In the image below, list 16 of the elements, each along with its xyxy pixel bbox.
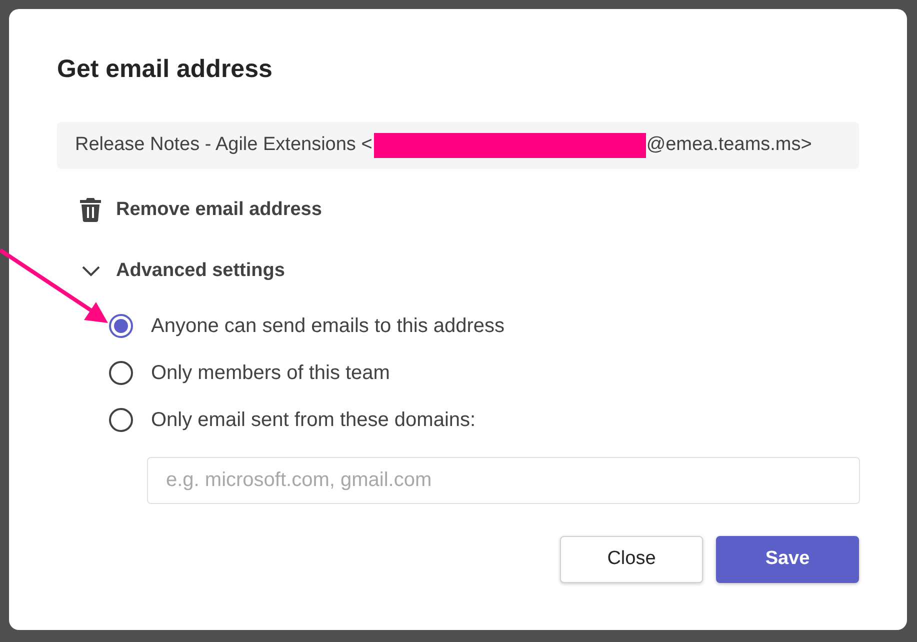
chevron-down-icon: [82, 266, 100, 276]
radio-button[interactable]: [109, 408, 133, 432]
advanced-settings-toggle[interactable]: Advanced settings: [57, 256, 285, 286]
close-button[interactable]: Close: [560, 536, 703, 583]
option-label[interactable]: Only email sent from these domains:: [151, 405, 476, 435]
dialog-title: Get email address: [57, 54, 272, 84]
radio-button[interactable]: [109, 361, 133, 385]
radio-button[interactable]: [109, 314, 133, 338]
option-label[interactable]: Anyone can send emails to this address: [151, 311, 505, 341]
trash-icon: [80, 198, 101, 222]
domains-input-field[interactable]: e.g. microsoft.com, gmail.com: [147, 457, 860, 504]
email-address-text: Release Notes - Agile Extensions <: [75, 133, 372, 158]
option-label[interactable]: Only members of this team: [151, 358, 390, 388]
remove-email-button[interactable]: Remove email address: [57, 195, 322, 225]
email-domain-text: @emea.teams.ms>: [646, 133, 812, 158]
save-button[interactable]: Save: [716, 536, 859, 583]
